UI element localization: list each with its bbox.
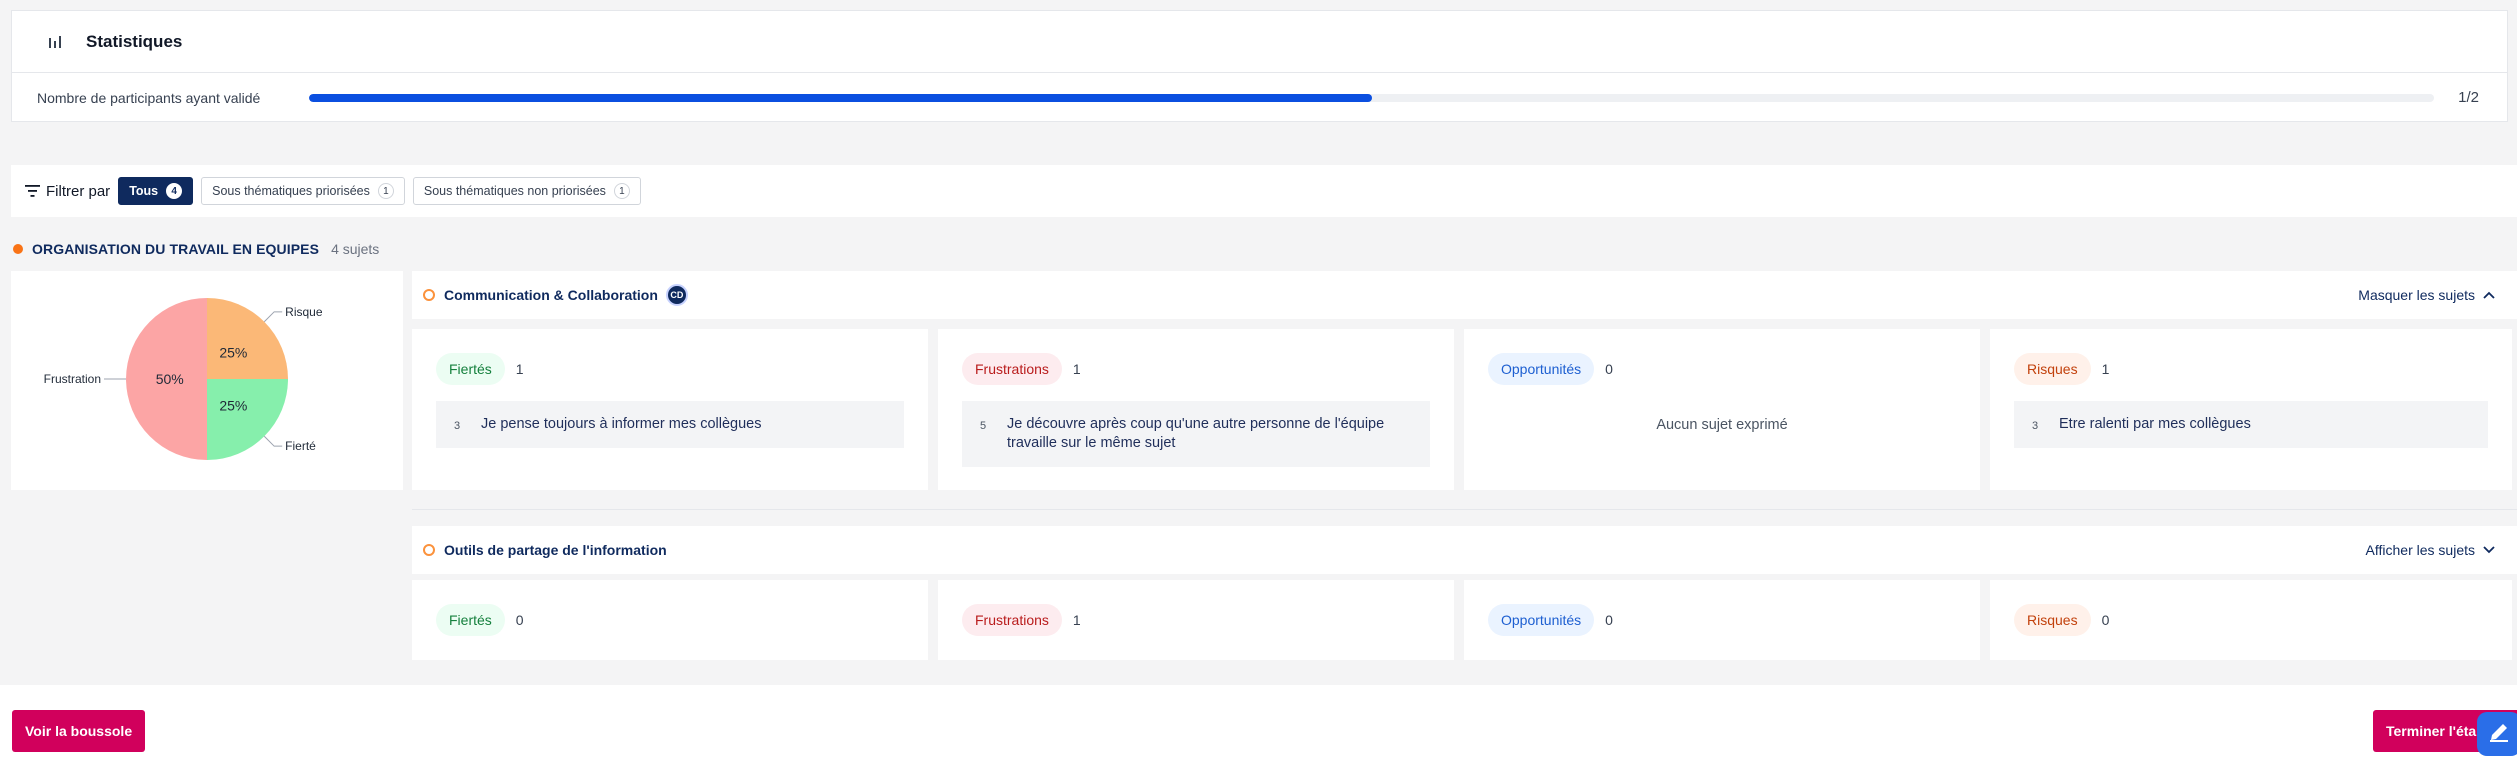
pie-leader-line [263, 311, 283, 323]
topic-text: Etre ralenti par mes collègues [2059, 416, 2251, 432]
pie-slice-fierté[interactable] [207, 379, 288, 460]
filter-chip-tous[interactable]: Tous 4 [118, 177, 194, 205]
theme-cards-communication: Fiertés 1 3 Je pense toujours à informer m… [412, 329, 2517, 490]
avatar: CD [665, 284, 688, 306]
pie-chart-card: 25% Risque 25% Fierté 50% Frustration [11, 271, 403, 490]
theme-status-ring [423, 544, 435, 556]
topic-item[interactable]: 5 Je découvre après coup qu'une autre per… [962, 401, 1430, 467]
tag-count: 0 [1605, 361, 1613, 377]
card-opportunites: Opportunités 0 [1464, 580, 1980, 660]
bottom-action-bar [0, 685, 2517, 759]
edit-fab[interactable] [2477, 712, 2517, 756]
section-topic-count: 4 sujets [331, 241, 380, 257]
pie-slice-risque[interactable] [207, 298, 288, 379]
chip-label: Tous [129, 184, 159, 198]
pie-category-label: Fierté [285, 439, 316, 453]
tag-frustrations: Frustrations [962, 353, 1062, 385]
statistics-header: Statistiques [12, 11, 2507, 73]
section-title: ORGANISATION DU TRAVAIL EN EQUIPES [32, 241, 320, 257]
progress-fill [309, 93, 1372, 102]
tag-risques: Risques [2014, 604, 2091, 636]
tag-opportunites: Opportunités [1488, 353, 1595, 385]
view-compass-button[interactable]: Voir la boussole [12, 710, 146, 752]
pie-category-label: Frustration [44, 372, 101, 386]
pie-value-label: 50% [156, 371, 184, 387]
card-opportunites: Opportunités 0 Aucun sujet exprimé [1464, 329, 1980, 490]
tag-count: 1 [2101, 361, 2110, 377]
toggle-label: Afficher les sujets [2365, 542, 2475, 558]
topic-vote-count: 5 [980, 420, 987, 432]
participants-progress-bar [309, 93, 2435, 102]
chip-label: Sous thématiques non priorisées [423, 184, 606, 198]
section-heading: ORGANISATION DU TRAVAIL EN EQUIPES 4 suj… [13, 241, 379, 257]
participants-label: Nombre de participants ayant validé [37, 89, 261, 106]
pie-value-label: 25% [219, 345, 247, 361]
chevron-up-icon [2483, 291, 2495, 299]
filter-chip-prioritized[interactable]: Sous thématiques priorisées 1 [201, 177, 405, 205]
pencil-icon [2487, 720, 2511, 749]
tag-count: 0 [515, 612, 524, 628]
card-fiertes: Fiertés 0 [412, 580, 928, 660]
tag-count: 1 [1072, 361, 1081, 377]
theme-divider [412, 509, 2517, 510]
pie-leader-line [263, 435, 283, 447]
section-status-dot [13, 244, 23, 254]
topic-text: Je découvre après coup qu'une autre pers… [1007, 416, 1385, 451]
empty-state-text: Aucun sujet exprimé [1656, 417, 1788, 433]
show-topics-toggle[interactable]: Afficher les sujets [2366, 542, 2495, 558]
pie-chart: 25% Risque 25% Fierté 50% Frustration [44, 298, 323, 460]
tag-count: 0 [2101, 612, 2110, 628]
bar-chart-icon [44, 31, 66, 53]
chip-count-badge: 1 [377, 183, 394, 199]
chip-count-badge: 1 [613, 183, 630, 199]
filter-chip-not-prioritized[interactable]: Sous thématiques non priorisées 1 [412, 177, 641, 205]
tag-fiertes: Fiertés [436, 604, 505, 636]
theme-header-outils: Outils de partage de l'information Affic… [412, 526, 2517, 574]
theme-status-ring [423, 289, 435, 301]
tag-frustrations: Frustrations [962, 604, 1062, 636]
theme-title: Outils de partage de l'information [444, 542, 667, 558]
pie-category-label: Risque [285, 305, 323, 319]
hide-topics-toggle[interactable]: Masquer les sujets [2358, 287, 2495, 303]
tag-count: 0 [1605, 612, 1613, 628]
tag-fiertes: Fiertés [436, 353, 505, 385]
filter-label-text: Filtrer par [46, 182, 111, 200]
theme-header-communication: Communication & Collaboration CD Masquer… [412, 271, 2517, 319]
tag-count: 1 [1072, 612, 1081, 628]
topic-item[interactable]: 3 Etre ralenti par mes collègues [2014, 401, 2488, 448]
chip-count-badge: 4 [166, 183, 183, 199]
topic-text: Je pense toujours à informer mes collègu… [481, 416, 762, 432]
theme-title: Communication & Collaboration [444, 287, 658, 303]
theme-cards-outils: Fiertés 0 Frustrations 1 Opportunités 0 Ris… [412, 580, 2517, 660]
pie-value-label: 25% [219, 397, 247, 413]
topic-item[interactable]: 3 Je pense toujours à informer mes collèg… [436, 401, 904, 448]
participants-count: 1/2 [2458, 89, 2479, 106]
filter-bar: Filtrer par Tous 4 Sous thématiques prio… [11, 165, 2517, 217]
participants-row: Nombre de participants ayant validé 1/2 [12, 73, 2507, 122]
topic-vote-count: 3 [2032, 420, 2039, 432]
card-frustrations: Frustrations 1 5 Je découvre après coup qu… [938, 329, 1454, 490]
toggle-label: Masquer les sujets [2358, 287, 2475, 303]
card-fiertes: Fiertés 1 3 Je pense toujours à informer m… [412, 329, 928, 490]
card-risques: Risques 0 [1990, 580, 2512, 660]
topic-vote-count: 3 [454, 420, 461, 432]
tag-opportunites: Opportunités [1488, 604, 1595, 636]
statistics-card: Statistiques Nombre de participants ayan… [11, 10, 2508, 122]
card-risques: Risques 1 3 Etre ralenti par mes collègues [1990, 329, 2512, 490]
chevron-down-icon [2483, 546, 2495, 554]
statistics-title: Statistiques [86, 31, 183, 51]
filter-label: Filtrer par [25, 183, 110, 200]
tag-risques: Risques [2014, 353, 2091, 385]
tag-count: 1 [515, 361, 524, 377]
card-frustrations: Frustrations 1 [938, 580, 1454, 660]
filter-icon [25, 185, 40, 197]
chip-label: Sous thématiques priorisées [212, 184, 370, 198]
